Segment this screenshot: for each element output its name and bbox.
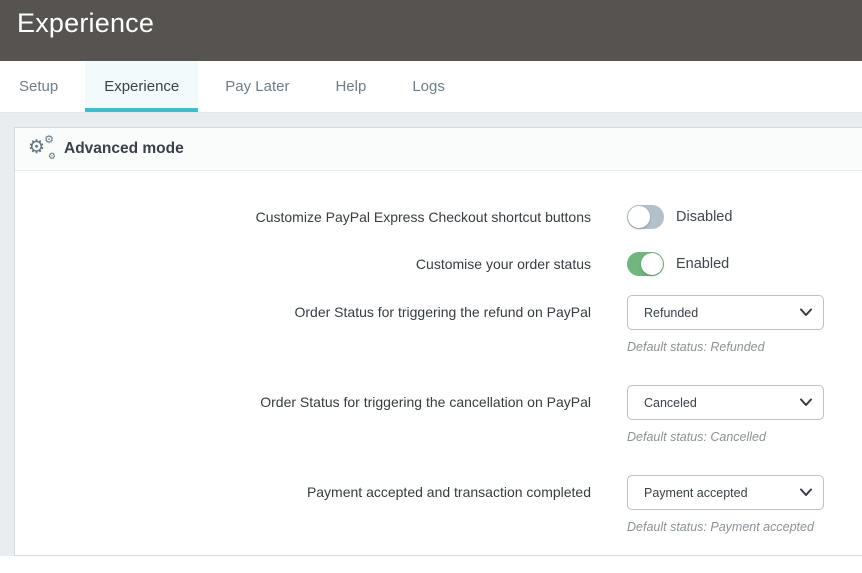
payment-accepted-row: Payment accepted and transaction complet… [15, 475, 862, 534]
payment-accepted-status-select[interactable]: Payment accepted [627, 475, 824, 510]
toggle-knob [641, 253, 663, 275]
express-checkout-state: Disabled [676, 209, 732, 225]
tab-experience[interactable]: Experience [85, 61, 198, 112]
panel-body: Customize PayPal Express Checkout shortc… [15, 171, 862, 534]
tab-setup[interactable]: Setup [0, 61, 77, 112]
refund-status-help: Default status: Refunded [627, 340, 824, 354]
tab-help[interactable]: Help [316, 61, 385, 112]
tab-pay-later[interactable]: Pay Later [206, 61, 308, 112]
toggle-knob [628, 206, 650, 228]
order-status-row: Customise your order status Enabled [15, 252, 862, 276]
tab-logs[interactable]: Logs [393, 61, 464, 112]
next-panel-cutoff [0, 556, 862, 573]
panel-title: Advanced mode [64, 140, 184, 158]
order-status-state: Enabled [676, 256, 729, 272]
tab-bar: Setup Experience Pay Later Help Logs [0, 61, 862, 113]
page-title: Experience [17, 7, 862, 39]
panel-header: ⚙ ⚙ ⚙ Advanced mode [15, 128, 862, 171]
payment-accepted-help: Default status: Payment accepted [627, 520, 824, 534]
content-area: ⚙ ⚙ ⚙ Advanced mode Customize PayPal Exp… [0, 113, 862, 573]
refund-status-row: Order Status for triggering the refund o… [15, 295, 862, 354]
page-header: Experience [0, 0, 862, 61]
payment-accepted-label: Payment accepted and transaction complet… [15, 475, 591, 534]
refund-status-label: Order Status for triggering the refund o… [15, 295, 591, 354]
cancellation-status-select[interactable]: Canceled [627, 385, 824, 420]
cancellation-status-help: Default status: Cancelled [627, 430, 824, 444]
cancellation-status-label: Order Status for triggering the cancella… [15, 385, 591, 444]
express-checkout-label: Customize PayPal Express Checkout shortc… [15, 209, 591, 225]
express-checkout-row: Customize PayPal Express Checkout shortc… [15, 205, 862, 229]
cogs-icon: ⚙ ⚙ ⚙ [28, 137, 56, 161]
express-checkout-toggle[interactable] [627, 205, 664, 229]
cancellation-status-row: Order Status for triggering the cancella… [15, 385, 862, 444]
refund-status-select[interactable]: Refunded [627, 295, 824, 330]
advanced-mode-panel: ⚙ ⚙ ⚙ Advanced mode Customize PayPal Exp… [14, 127, 862, 556]
order-status-toggle[interactable] [627, 252, 664, 276]
order-status-label: Customise your order status [15, 256, 591, 272]
